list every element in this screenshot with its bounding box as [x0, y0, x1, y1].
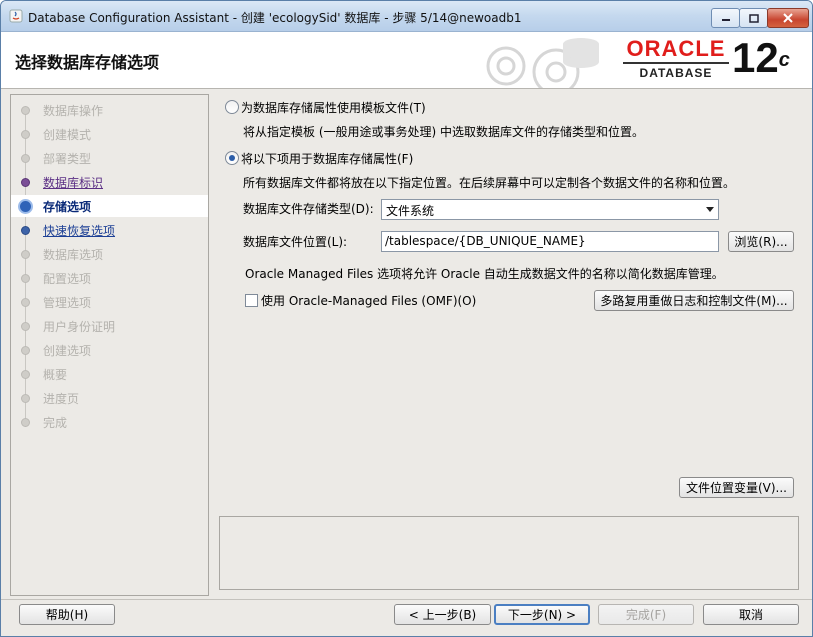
template-storage-label[interactable]: 为数据库存储属性使用模板文件(T)	[241, 99, 426, 116]
header-banner: 选择数据库存储选项 ORACLE DATABASE 12c	[1, 32, 812, 89]
version-number: 12	[732, 34, 779, 81]
maximize-button[interactable]	[739, 8, 768, 28]
step-label: 配置选项	[43, 272, 92, 286]
next-button[interactable]: 下一步(N) >	[494, 604, 590, 625]
step-dot-icon	[21, 298, 30, 307]
back-button[interactable]: < 上一步(B)	[394, 604, 491, 625]
file-location-variables-button[interactable]: 文件位置变量(V)...	[679, 477, 794, 498]
step-label: 部署类型	[43, 152, 92, 166]
step-dot-icon	[21, 346, 30, 355]
browse-button[interactable]: 浏览(R)...	[728, 231, 794, 252]
step-label[interactable]: 数据库标识	[43, 174, 103, 191]
step-dot-icon	[21, 178, 30, 187]
oracle-database-label: DATABASE	[639, 66, 713, 80]
maximize-icon	[748, 13, 759, 23]
step-deployment-type: 部署类型	[11, 147, 208, 169]
step-user-credentials: 用户身份证明	[11, 315, 208, 337]
step-dot-icon	[21, 322, 30, 331]
step-label: 用户身份证明	[43, 320, 116, 334]
template-storage-radio[interactable]	[225, 100, 239, 114]
finish-button[interactable]: 完成(F)	[598, 604, 694, 625]
step-progress-page: 进度页	[11, 387, 208, 409]
oracle-version: 12c	[732, 34, 790, 82]
file-location-value: /tablespace/{DB_UNIQUE_NAME}	[385, 234, 586, 248]
java-app-icon	[9, 9, 23, 23]
step-dot-icon	[21, 370, 30, 379]
step-configuration-options: 配置选项	[11, 267, 208, 289]
window-title: Database Configuration Assistant - 创建 'e…	[28, 11, 522, 25]
file-location-label: 数据库文件位置(L):	[243, 235, 348, 249]
step-management-options: 管理选项	[11, 291, 208, 313]
step-creation-options: 创建选项	[11, 339, 208, 361]
step-database-options: 数据库选项	[11, 243, 208, 265]
steps-sidebar: 数据库操作 创建模式 部署类型 数据库标识 存储选项 快速恢复选项 数据库选项 …	[10, 94, 209, 596]
cancel-button[interactable]: 取消	[703, 604, 799, 625]
step-label: 进度页	[43, 392, 80, 406]
storage-type-select[interactable]: 文件系统	[381, 199, 719, 220]
gears-graphic-icon	[486, 38, 599, 88]
footer-separator	[1, 599, 812, 600]
step-label: 数据库选项	[43, 248, 104, 262]
step-label: 创建选项	[43, 344, 92, 358]
omf-checkbox[interactable]	[245, 294, 258, 307]
version-suffix: c	[778, 49, 790, 71]
step-storage-option[interactable]: 存储选项	[11, 195, 208, 217]
step-dot-icon	[21, 394, 30, 403]
storage-type-label: 数据库文件存储类型(D):	[243, 202, 374, 216]
help-button[interactable]: 帮助(H)	[19, 604, 115, 625]
oracle-logo: ORACLE DATABASE	[623, 38, 729, 82]
step-dot-icon	[21, 274, 30, 283]
step-database-operation: 数据库操作	[11, 99, 208, 121]
page-title: 选择数据库存储选项	[15, 53, 160, 72]
custom-storage-label[interactable]: 将以下项用于数据库存储属性(F)	[241, 150, 413, 167]
step-dot-icon	[21, 250, 30, 259]
omf-info-text: Oracle Managed Files 选项将允许 Oracle 自动生成数据…	[245, 267, 724, 281]
step-label: 存储选项	[43, 200, 92, 214]
step-label: 管理选项	[43, 296, 92, 310]
close-button[interactable]	[767, 8, 809, 28]
custom-storage-radio[interactable]	[225, 151, 239, 165]
custom-storage-description: 所有数据库文件都将放在以下指定位置。在后续屏幕中可以定制各个数据文件的名称和位置…	[243, 176, 736, 190]
oracle-brand: ORACLE	[626, 36, 726, 61]
close-icon	[783, 13, 793, 23]
title-bar[interactable]: Database Configuration Assistant - 创建 'e…	[1, 1, 812, 32]
minimize-button[interactable]	[711, 8, 740, 28]
step-label: 数据库操作	[43, 104, 104, 118]
current-step-icon	[18, 199, 33, 214]
file-location-input[interactable]: /tablespace/{DB_UNIQUE_NAME}	[381, 231, 719, 252]
omf-checkbox-label[interactable]: 使用 Oracle-Managed Files (OMF)(O)	[261, 292, 476, 309]
message-panel	[219, 516, 799, 590]
step-dot-icon	[21, 106, 30, 115]
storage-options-panel: 为数据库存储属性使用模板文件(T) 将从指定模板 (一般用途或事务处理) 中选取…	[209, 94, 807, 594]
chevron-down-icon	[706, 207, 714, 212]
step-fast-recovery-option[interactable]: 快速恢复选项	[11, 219, 208, 241]
step-dot-icon	[21, 154, 30, 163]
step-dot-icon	[21, 418, 30, 427]
storage-type-value: 文件系统	[386, 204, 435, 218]
step-dot-icon	[21, 130, 30, 139]
step-summary: 概要	[11, 363, 208, 385]
step-label: 完成	[43, 416, 68, 430]
oracle-database-band: DATABASE	[623, 62, 729, 82]
multiplex-redo-logs-button[interactable]: 多路复用重做日志和控制文件(M)...	[594, 290, 794, 311]
step-dot-icon	[21, 226, 30, 235]
step-label[interactable]: 快速恢复选项	[43, 222, 115, 239]
step-creation-mode: 创建模式	[11, 123, 208, 145]
step-label: 创建模式	[43, 128, 92, 142]
step-database-identification[interactable]: 数据库标识	[11, 171, 208, 193]
step-label: 概要	[43, 368, 68, 382]
step-finish: 完成	[11, 411, 208, 433]
template-storage-description: 将从指定模板 (一般用途或事务处理) 中选取数据库文件的存储类型和位置。	[243, 125, 644, 139]
dbca-window: Database Configuration Assistant - 创建 'e…	[0, 0, 813, 637]
minimize-icon	[721, 19, 730, 21]
